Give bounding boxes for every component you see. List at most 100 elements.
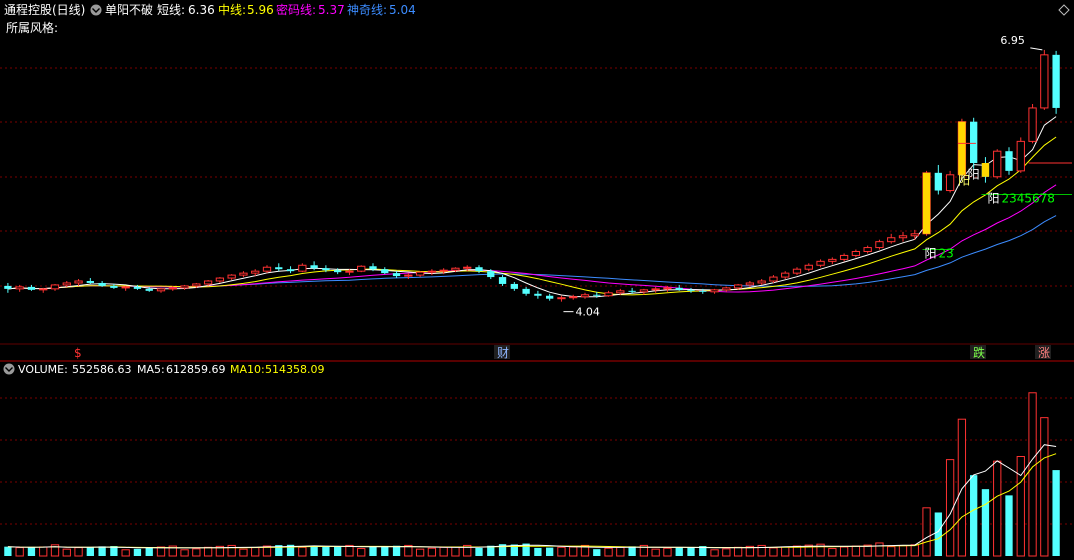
volume-bar [710, 549, 719, 557]
volume-bar [334, 546, 342, 556]
candle [357, 265, 366, 273]
high-price-label: 6.95 [1000, 34, 1024, 47]
event-marker: 财 [497, 346, 509, 360]
yang-mark: 阳 [925, 247, 937, 261]
candle [39, 287, 48, 293]
volume-bar [546, 547, 554, 556]
candle-body [4, 285, 12, 289]
candle-body [415, 271, 425, 276]
volume-bar [239, 548, 248, 557]
volume-bar [839, 546, 849, 557]
candle [910, 229, 919, 240]
volume-bar [604, 547, 613, 557]
candle [557, 295, 566, 302]
yang-highlight-candle [922, 172, 931, 234]
magic-line-label: 神奇线: [347, 3, 387, 17]
candle-body [510, 283, 518, 289]
candle-body [945, 174, 955, 192]
candle [534, 290, 542, 299]
mid-line-value: 5.96 [247, 3, 274, 17]
candle-body [86, 281, 94, 283]
candle-body [74, 280, 83, 284]
candle [86, 278, 94, 284]
candle [804, 263, 813, 272]
secret-line-label: 密码线: [276, 2, 316, 17]
volume-bar [4, 546, 12, 556]
volume-bar [121, 549, 130, 557]
volume-bar [1052, 470, 1060, 556]
candle-body [298, 264, 307, 272]
candle [1052, 50, 1060, 114]
candle [1016, 137, 1025, 173]
volume-bar [616, 546, 625, 557]
candle [4, 282, 12, 293]
candle [1040, 49, 1049, 110]
event-marker: 跌 [973, 345, 985, 360]
candle-body [345, 270, 354, 273]
candle-body [251, 270, 260, 274]
candle [816, 259, 825, 268]
volume-bar [27, 547, 36, 556]
candle-body [50, 284, 60, 290]
volume-bar [439, 546, 448, 557]
ma5-value: 612859.69 [166, 363, 226, 376]
candle-body [569, 296, 578, 299]
candle-body [534, 293, 542, 296]
candle-body [310, 265, 318, 269]
volume-bar [310, 546, 318, 556]
candle-body [156, 288, 166, 292]
volume-bar [369, 546, 377, 556]
candle-body [816, 260, 825, 266]
candle-body [239, 272, 248, 276]
candle-body [427, 270, 437, 273]
volume-ma-lines [7, 444, 1057, 549]
candle [50, 283, 60, 291]
candle-body [62, 282, 71, 286]
yang-mark: 阳 [968, 168, 980, 182]
candle-body [604, 292, 613, 297]
volume-toggle-icon[interactable] [3, 363, 15, 375]
secret-line-value: 5.37 [318, 3, 345, 17]
volume-bar [86, 547, 94, 556]
indicator-toggle-icon[interactable] [90, 4, 102, 16]
volume-bar [957, 418, 967, 557]
candle-body [887, 237, 896, 243]
mid-line-label: 中线: [218, 2, 246, 17]
corner-diamond-icon[interactable] [1058, 4, 1070, 16]
volume-bar [357, 548, 366, 557]
candle [510, 281, 518, 291]
candle [227, 274, 236, 281]
magic-line-value: 5.04 [389, 3, 416, 17]
volume-bar [651, 548, 660, 557]
candle-body [133, 286, 142, 289]
volume-bar [192, 548, 201, 557]
candle-body [192, 283, 201, 287]
candle [310, 261, 318, 271]
volume-bar [427, 547, 437, 557]
volume-bar [534, 547, 542, 556]
candle-body [381, 269, 389, 274]
mid-line [7, 136, 1057, 296]
volume-bar [863, 544, 872, 557]
volume-bar [180, 549, 189, 557]
volume-bar [298, 546, 307, 557]
candle-body [1028, 107, 1037, 142]
candle-body [628, 290, 636, 292]
candle-body [404, 274, 413, 277]
candle-body [839, 254, 849, 260]
moving-average-lines [7, 116, 1057, 298]
volume-ma5-line [7, 444, 1057, 549]
candle-body [675, 287, 683, 290]
candle-body [769, 276, 778, 282]
candle [580, 292, 590, 299]
candle [1028, 104, 1037, 144]
volume-bar [251, 547, 260, 557]
volume-bar [593, 549, 601, 556]
volume-bar [910, 544, 919, 557]
candle-body [616, 290, 625, 294]
candle-body [792, 268, 802, 274]
candle-body [498, 277, 507, 284]
candle-body [110, 285, 118, 288]
volume-bar [851, 545, 861, 557]
candle [863, 245, 872, 254]
